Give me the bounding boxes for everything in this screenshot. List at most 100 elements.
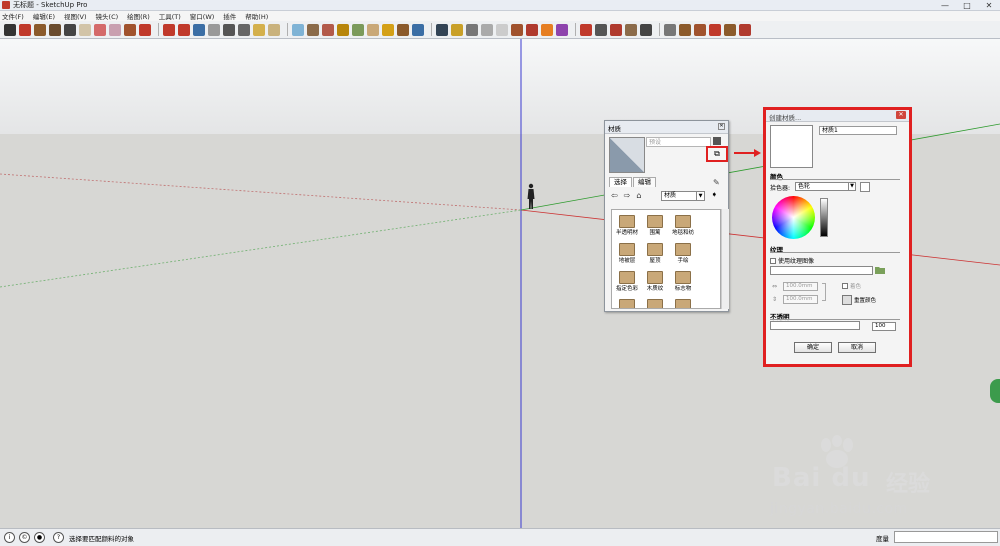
color-swatch[interactable] (860, 182, 870, 192)
credits-icon[interactable]: © (19, 532, 30, 543)
menu-help[interactable]: 帮助(H) (245, 11, 268, 21)
folder-icon[interactable] (875, 266, 885, 274)
use-texture-checkbox[interactable] (770, 257, 776, 264)
toolbar-tool-icon[interactable] (397, 23, 409, 36)
toolbar-tool-icon[interactable] (580, 23, 592, 36)
menu-plugins[interactable]: 插件 (223, 11, 236, 21)
toolbar-tool-icon[interactable] (481, 23, 493, 36)
toolbar-tool-icon[interactable] (664, 23, 676, 36)
menu-view[interactable]: 视图(V) (64, 11, 87, 21)
toolbar-tool-icon[interactable] (466, 23, 478, 36)
scene-tab-edge[interactable] (990, 379, 1000, 403)
user-icon[interactable]: ● (34, 532, 45, 543)
material-name-input[interactable]: 材质1 (819, 126, 897, 135)
toolbar-tool-icon[interactable] (94, 23, 106, 36)
material-item[interactable]: 半透明材 (614, 214, 640, 240)
menu-camera[interactable]: 镜头(C) (96, 11, 119, 21)
menu-draw[interactable]: 绘图(R) (127, 11, 150, 21)
toolbar-tool-icon[interactable] (19, 23, 31, 36)
cancel-button[interactable]: 取消 (838, 342, 876, 353)
toolbar-tool-icon[interactable] (451, 23, 463, 36)
menu-tools[interactable]: 工具(T) (159, 11, 181, 21)
toolbar-tool-icon[interactable] (436, 23, 448, 36)
texture-height-field[interactable]: 100.0mm (783, 295, 818, 304)
grid-scrollbar[interactable] (721, 209, 729, 309)
material-item[interactable]: 木质纹 (642, 270, 668, 296)
help-icon[interactable]: ? (53, 532, 64, 543)
toolbar-tool-icon[interactable] (724, 23, 736, 36)
eyedropper-icon[interactable]: ✎ (713, 178, 720, 187)
menu-window[interactable]: 窗口(W) (190, 11, 215, 21)
back-arrow-icon[interactable]: ⇦ (611, 191, 618, 200)
toolbar-tool-icon[interactable] (292, 23, 304, 36)
toolbar-tool-icon[interactable] (34, 23, 46, 36)
collection-dropdown[interactable]: 材质 ▼ (661, 191, 705, 201)
texture-path-field[interactable] (770, 266, 873, 275)
opacity-slider[interactable] (770, 321, 860, 330)
toolbar-tool-icon[interactable] (208, 23, 220, 36)
material-item[interactable]: 标志物 (670, 270, 696, 296)
close-icon[interactable]: ✕ (896, 111, 906, 119)
material-name-field[interactable]: 预设 (646, 137, 711, 147)
material-item[interactable]: 地毯和纺 (670, 214, 696, 240)
toolbar-tool-icon[interactable] (367, 23, 379, 36)
color-wheel[interactable] (772, 196, 815, 239)
toolbar-tool-icon[interactable] (307, 23, 319, 36)
toolbar-tool-icon[interactable] (352, 23, 364, 36)
toolbar-tool-icon[interactable] (163, 23, 175, 36)
tab-edit[interactable]: 编辑 (633, 177, 656, 187)
toolbar-tool-icon[interactable] (337, 23, 349, 36)
toolbar-tool-icon[interactable] (640, 23, 652, 36)
measurements-input[interactable] (894, 531, 998, 543)
toolbar-tool-icon[interactable] (64, 23, 76, 36)
toolbar-tool-icon[interactable] (595, 23, 607, 36)
maximize-button[interactable]: □ (960, 1, 974, 10)
lock-aspect-link[interactable] (822, 283, 826, 301)
toolbar-tool-icon[interactable] (139, 23, 151, 36)
toolbar-tool-icon[interactable] (496, 23, 508, 36)
material-item[interactable] (670, 298, 696, 308)
material-item[interactable] (614, 298, 640, 308)
toolbar-tool-icon[interactable] (556, 23, 568, 36)
toolbar-tool-icon[interactable] (526, 23, 538, 36)
menu-file[interactable]: 文件(F) (2, 11, 24, 21)
toolbar-tool-icon[interactable] (709, 23, 721, 36)
material-item[interactable]: 屋顶 (642, 242, 668, 268)
toolbar-tool-icon[interactable] (109, 23, 121, 36)
toolbar-tool-icon[interactable] (49, 23, 61, 36)
tab-select[interactable]: 选择 (609, 177, 632, 187)
toolbar-tool-icon[interactable] (238, 23, 250, 36)
geolocation-icon[interactable]: i (4, 532, 15, 543)
toolbar-tool-icon[interactable] (739, 23, 751, 36)
toolbar-tool-icon[interactable] (694, 23, 706, 36)
toolbar-tool-icon[interactable] (625, 23, 637, 36)
toolbar-tool-icon[interactable] (193, 23, 205, 36)
toolbar-tool-icon[interactable] (223, 23, 235, 36)
menu-edit[interactable]: 编辑(E) (33, 11, 55, 21)
brightness-slider[interactable] (820, 198, 828, 237)
home-icon[interactable]: ⌂ (636, 191, 641, 200)
material-item[interactable] (642, 298, 668, 308)
create-material-button[interactable]: ⧉ (706, 146, 728, 162)
close-icon[interactable]: ✕ (718, 123, 725, 130)
toolbar-tool-icon[interactable] (511, 23, 523, 36)
details-arrow-icon[interactable]: ➧ (711, 190, 718, 199)
material-item[interactable]: 地被层 (614, 242, 640, 268)
minimize-button[interactable]: — (938, 1, 952, 10)
toolbar-tool-icon[interactable] (412, 23, 424, 36)
picker-select[interactable]: 色轮 ▼ (795, 182, 856, 191)
forward-arrow-icon[interactable]: ⇨ (624, 191, 631, 200)
toolbar-tool-icon[interactable] (679, 23, 691, 36)
material-item[interactable]: 指定色彩 (614, 270, 640, 296)
texture-width-field[interactable]: 100.0mm (783, 282, 818, 291)
toolbar-tool-icon[interactable] (79, 23, 91, 36)
ok-button[interactable]: 确定 (794, 342, 832, 353)
display-secondary-icon[interactable] (713, 137, 721, 145)
toolbar-tool-icon[interactable] (322, 23, 334, 36)
toolbar-tool-icon[interactable] (610, 23, 622, 36)
toolbar-tool-icon[interactable] (124, 23, 136, 36)
opacity-stepper[interactable]: 100 (872, 322, 896, 331)
close-button[interactable]: ✕ (982, 1, 996, 10)
toolbar-tool-icon[interactable] (268, 23, 280, 36)
material-item[interactable]: 围篱 (642, 214, 668, 240)
